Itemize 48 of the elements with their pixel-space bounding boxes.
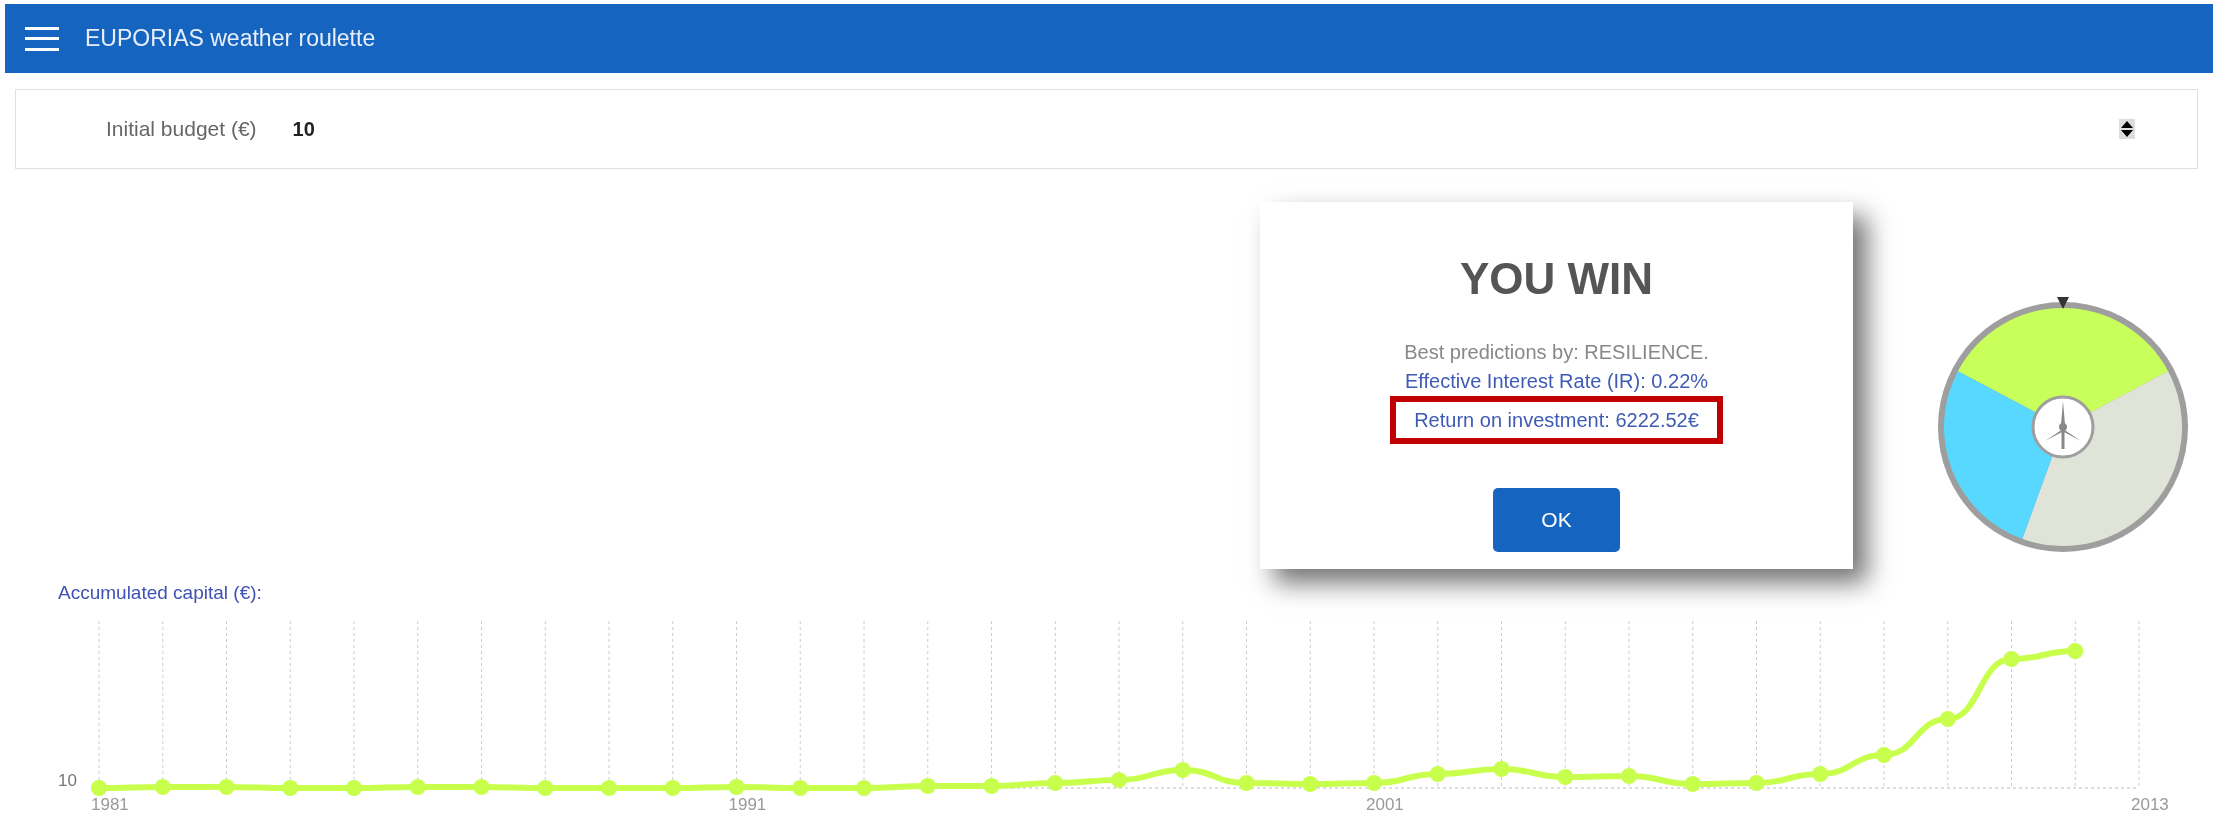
dialog-text: Effective Interest Rate (IR): 0.22% [1404,369,1709,394]
highlight-frame: Return on investment: 6222.52€ [1390,396,1723,444]
data-point [1174,762,1191,778]
data-point [218,779,235,795]
data-point [1748,775,1765,791]
chart-title: Accumulated capital (€): [58,583,263,602]
data-point [1939,711,1956,727]
dialog-text: Best predictions by: RESILIENCE. [1404,340,1709,365]
data-point [1684,776,1701,792]
data-point [473,779,490,795]
data-point [346,780,362,796]
data-point [2003,651,2020,667]
data-point [983,778,1000,794]
data-point [664,780,681,796]
ok-button[interactable]: OK [1493,488,1620,552]
x-axis-label: 2013 [2131,794,2169,815]
y-axis-label: 10 [58,770,77,792]
data-point [409,779,426,795]
data-point [537,780,554,796]
data-point [856,780,872,796]
data-point [1047,775,1064,791]
data-point [1366,775,1382,791]
data-point [1429,766,1446,782]
data-point [1621,768,1637,784]
data-point [1302,776,1319,792]
data-point [282,780,299,796]
data-point [728,779,745,795]
budget-label: Initial budget (€) [106,116,257,143]
data-point [1493,761,1510,777]
data-point [792,780,809,796]
dialog-title: YOU WIN [1459,253,1654,305]
x-axis-label: 1991 [728,794,767,815]
data-point [919,778,936,794]
data-point [91,780,107,796]
data-point [1812,766,1829,782]
budget-value[interactable]: 10 [292,114,2119,144]
data-point [1876,747,1892,763]
app-title: EUPORIAS weather roulette [85,24,376,54]
spinner-icon[interactable] [2119,119,2135,139]
x-axis-label: 2001 [1366,794,1404,815]
menu-icon[interactable] [25,26,59,51]
data-point [1111,772,1127,788]
data-point [154,779,171,795]
data-point [601,780,617,796]
data-point [1557,769,1574,785]
data-point [2067,643,2084,659]
data-point [1238,775,1255,791]
x-axis-label: 1981 [91,794,129,815]
